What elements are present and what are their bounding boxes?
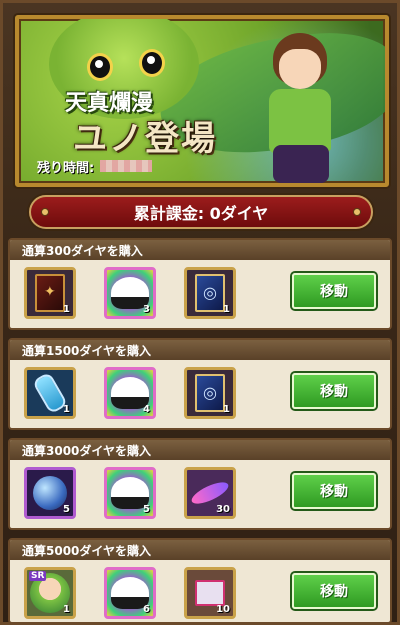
reward-tier-title: 通算5000ダイヤを購入: [10, 540, 390, 560]
reward-item[interactable]: 10: [184, 567, 236, 619]
reward-items: SR 1 6 10: [24, 567, 236, 619]
remaining-time-value-blurred: [100, 160, 153, 172]
orb-icon: [33, 476, 67, 510]
reward-items: 5 5 30: [24, 467, 236, 519]
reward-tier-5000: 通算5000ダイヤを購入 SR 1 6 10 移動: [8, 538, 392, 624]
item-count: 4: [143, 404, 150, 415]
blue-card-icon: [195, 274, 225, 312]
reward-item[interactable]: 1: [184, 367, 236, 419]
reward-tier-title: 通算1500ダイヤを購入: [10, 340, 390, 360]
rarity-badge: SR: [29, 571, 47, 581]
reward-item[interactable]: 5: [24, 467, 76, 519]
bar-ornament-right: [353, 208, 361, 216]
reward-item[interactable]: 1: [24, 367, 76, 419]
reward-tier-title: 通算3000ダイヤを購入: [10, 440, 390, 460]
item-count: 1: [63, 304, 70, 315]
reward-item[interactable]: 3: [104, 267, 156, 319]
move-button[interactable]: 移動: [292, 573, 376, 609]
yuno-character-art: [255, 33, 345, 183]
item-count: 5: [143, 504, 150, 515]
item-count: 5: [63, 504, 70, 515]
banner-title-line2: ユノ登場: [73, 119, 217, 159]
move-button[interactable]: 移動: [292, 473, 376, 509]
reward-tier-300: 通算300ダイヤを購入 1 3 1 移動: [8, 238, 392, 330]
event-banner: 天真爛漫 ユノ登場 残り時間:: [15, 15, 389, 187]
reward-item[interactable]: 1: [184, 267, 236, 319]
total-purchase-bar: 累計課金: 0ダイヤ: [29, 195, 373, 229]
remaining-time-label: 残り時間:: [37, 160, 95, 176]
reward-tier-1500: 通算1500ダイヤを購入 1 4 1 移動: [8, 338, 392, 430]
gift-box-icon: [195, 580, 225, 606]
reward-item[interactable]: 1: [24, 267, 76, 319]
item-count: 6: [143, 604, 150, 615]
remaining-time: 残り時間:: [37, 155, 207, 177]
item-count: 1: [223, 404, 230, 415]
item-count: 1: [223, 304, 230, 315]
dragon-eye-right: [139, 49, 165, 77]
reward-items: 1 4 1: [24, 367, 236, 419]
dragon-eye-left: [87, 53, 113, 81]
item-count: 10: [216, 604, 230, 615]
blue-card-icon: [195, 374, 225, 412]
reward-item[interactable]: 30: [184, 467, 236, 519]
item-count: 3: [143, 304, 150, 315]
item-count: 1: [63, 604, 70, 615]
reward-tier-title: 通算300ダイヤを購入: [10, 240, 390, 260]
item-count: 1: [63, 404, 70, 415]
item-count: 30: [216, 504, 230, 515]
reward-tier-3000: 通算3000ダイヤを購入 5 5 30 移動: [8, 438, 392, 530]
reward-item[interactable]: SR 1: [24, 567, 76, 619]
reward-item[interactable]: 4: [104, 367, 156, 419]
total-purchase-label: 累計課金: 0ダイヤ: [133, 204, 269, 223]
reward-items: 1 3 1: [24, 267, 236, 319]
event-panel: 天真爛漫 ユノ登場 残り時間: 累計課金: 0ダイヤ 通算300ダイヤを購入 1…: [0, 0, 400, 625]
move-button[interactable]: 移動: [292, 273, 376, 309]
reward-item[interactable]: 6: [104, 567, 156, 619]
move-button[interactable]: 移動: [292, 373, 376, 409]
reward-item[interactable]: 5: [104, 467, 156, 519]
bar-ornament-left: [41, 208, 49, 216]
red-card-icon: [35, 274, 65, 312]
